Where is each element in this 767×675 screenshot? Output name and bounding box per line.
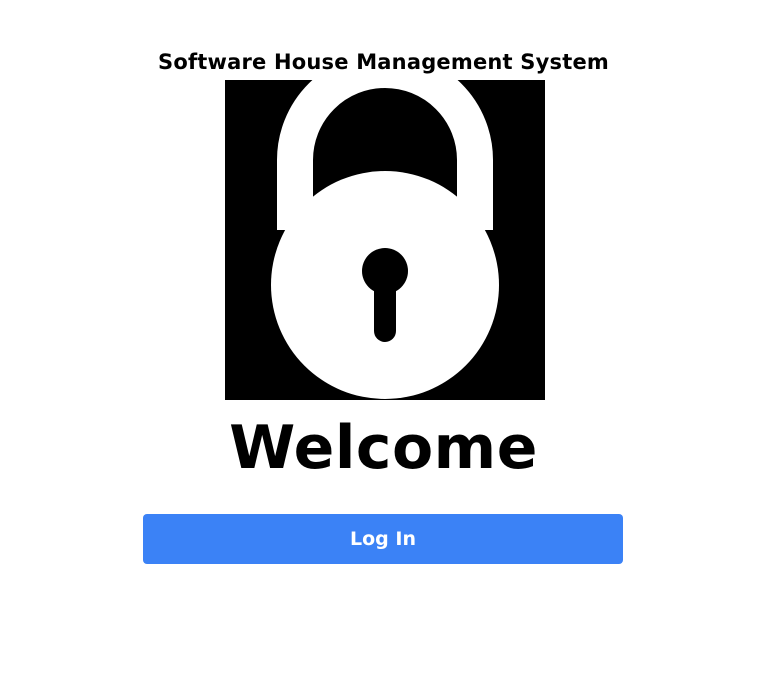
app-title: Software House Management System <box>158 50 609 74</box>
welcome-heading: Welcome <box>229 413 538 483</box>
login-button[interactable]: Log In <box>143 514 623 564</box>
padlock-icon <box>225 80 545 400</box>
